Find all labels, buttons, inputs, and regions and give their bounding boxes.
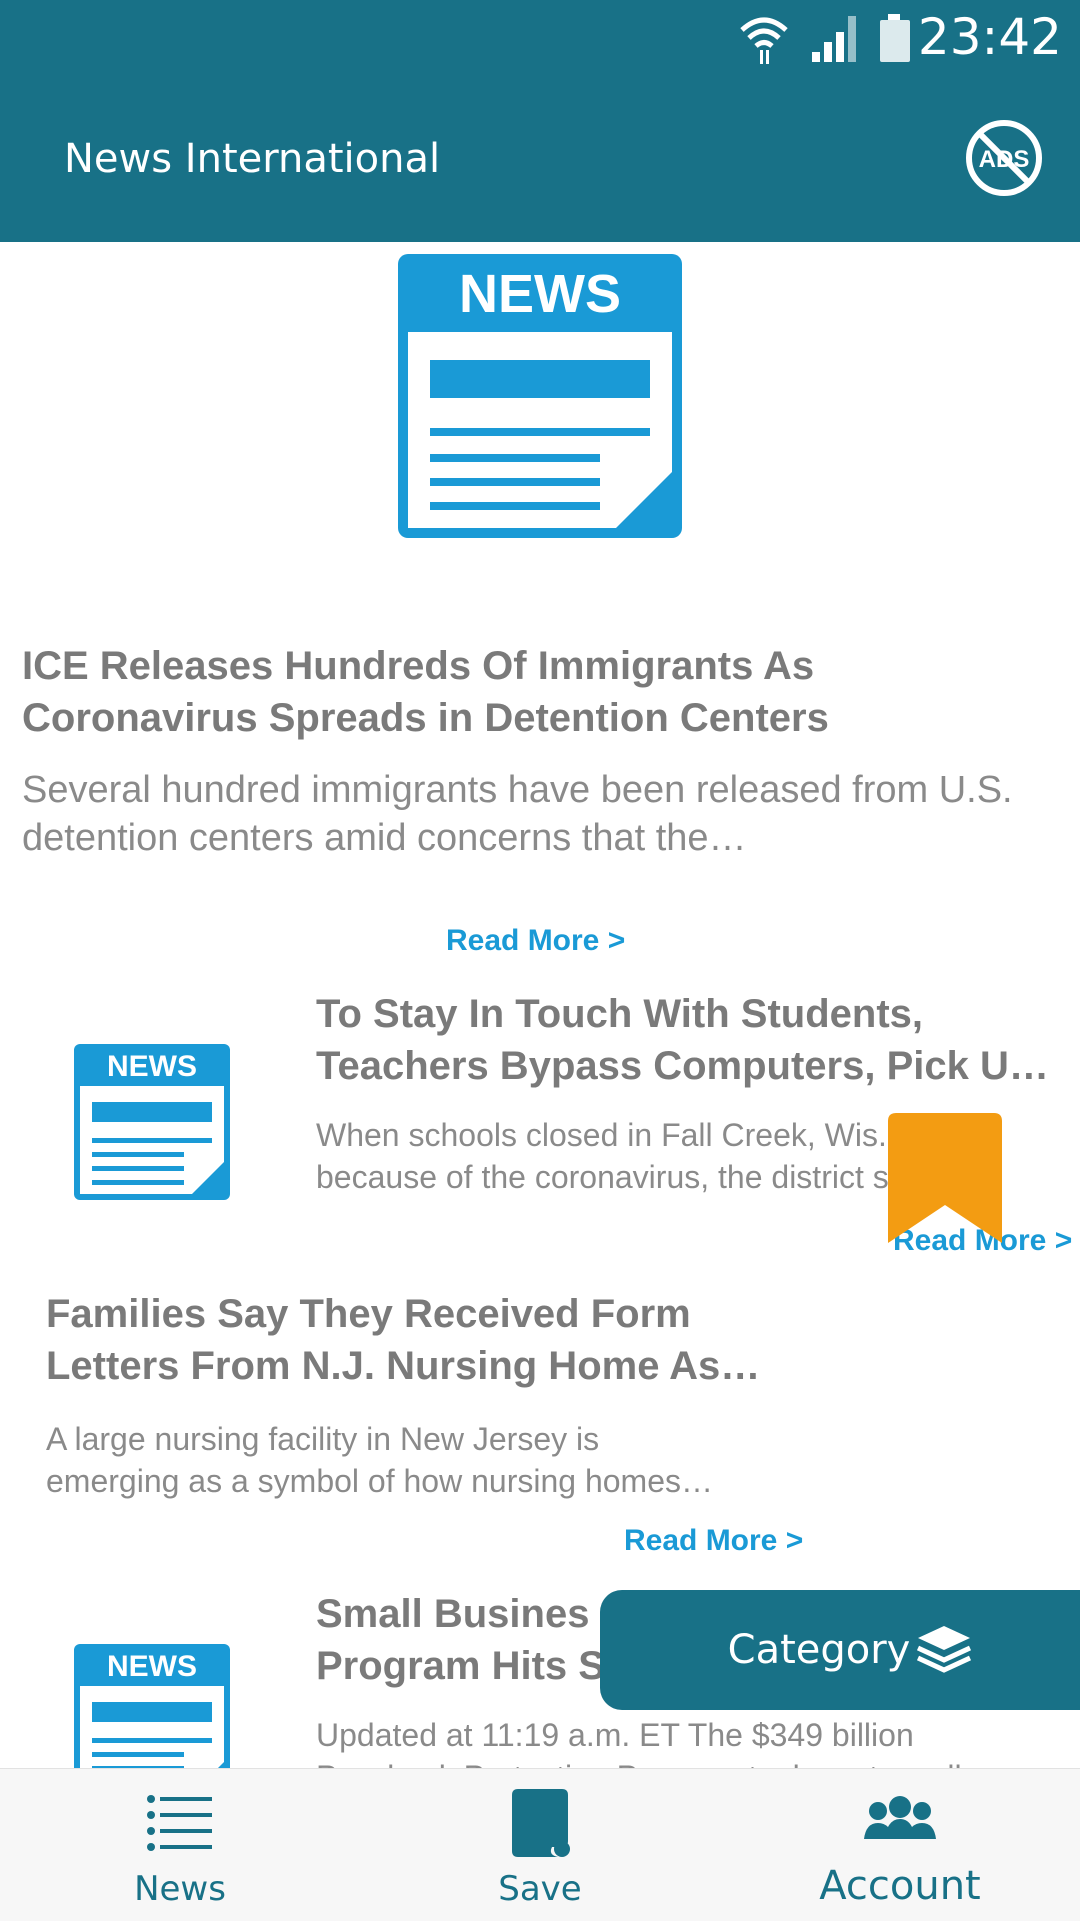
group-icon [864,1796,936,1839]
layers-icon [917,1626,972,1673]
nav-save[interactable]: Save [440,1769,640,1921]
nav-news[interactable]: News [80,1769,280,1921]
article-summary: Updated at 11:19 a.m. ET The $349 billio… [316,1717,962,1768]
nav-news-label: News [134,1869,226,1909]
article-title[interactable]: To Stay In Touch With Students, Teachers… [316,988,1080,1092]
hero-summary: Several hundred immigrants have been rel… [22,769,1013,859]
category-label: Category [727,1627,911,1673]
svg-text:NEWS: NEWS [459,264,621,324]
svg-text:NEWS: NEWS [107,1650,197,1683]
bottom-navigation: News Save Account [0,1768,1080,1921]
battery-icon [880,14,910,62]
bookmark-icon[interactable] [888,1113,1002,1247]
newspaper-icon[interactable]: NEWS [394,250,686,542]
article-title[interactable]: Families Say They Received Form Letters … [46,1288,816,1392]
app-bar: News International ADS [0,80,1080,242]
read-more-link[interactable]: Read More > [446,924,625,958]
nav-account[interactable]: Account [780,1769,1020,1921]
svg-text:NEWS: NEWS [107,1050,197,1083]
wifi-icon [740,17,788,64]
news-feed[interactable]: NEWS ICE Releases Hundreds Of Immigrants… [0,242,1080,1768]
newspaper-icon[interactable]: NEWS [72,1642,232,1768]
save-icon [512,1789,570,1857]
app-title: News International [64,136,441,182]
category-button[interactable]: Category [600,1590,1080,1710]
nav-account-label: Account [819,1863,981,1909]
newspaper-icon[interactable]: NEWS [72,1042,232,1202]
article-title[interactable]: Small Busines Program Hits S [316,1588,616,1692]
signal-icon [812,16,856,62]
list-icon [147,1795,212,1851]
status-time: 23:42 [917,8,1062,66]
status-bar: 23:42 [0,0,1080,80]
nav-save-label: Save [498,1869,582,1909]
read-more-link[interactable]: Read More > [624,1524,803,1558]
article-summary: A large nursing facility in New Jersey i… [46,1421,713,1499]
no-ads-icon[interactable]: ADS [964,118,1044,198]
hero-headline[interactable]: ICE Releases Hundreds Of Immigrants As C… [22,640,1052,744]
